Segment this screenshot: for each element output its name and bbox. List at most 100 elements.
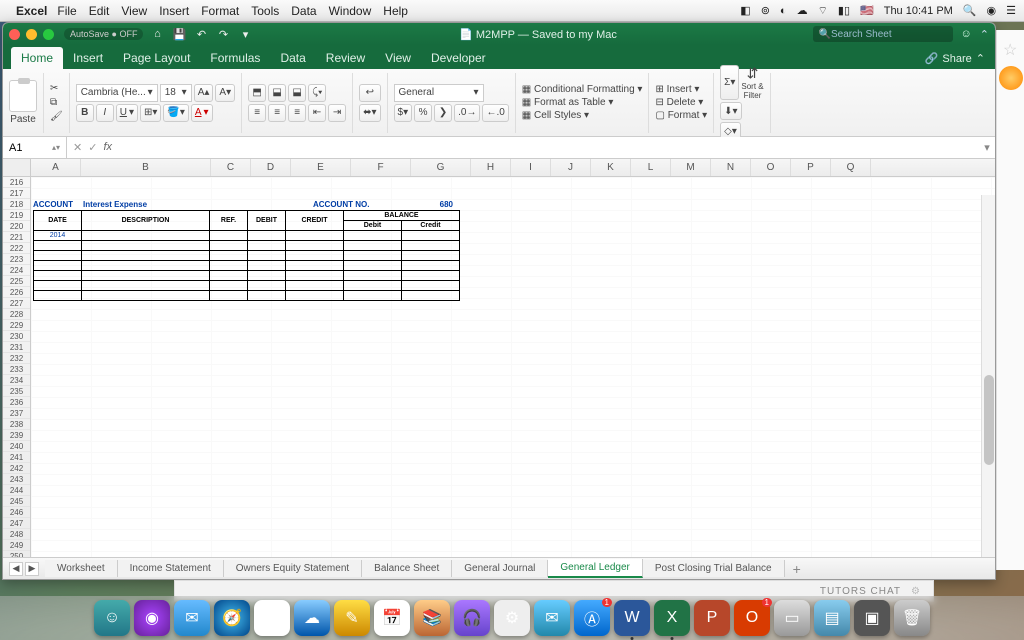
- flag-icon[interactable]: 🇺🇸: [860, 4, 874, 17]
- format-as-table-button[interactable]: ▦ Format as Table ▾: [522, 97, 643, 108]
- col-header-K[interactable]: K: [591, 159, 631, 176]
- sheet-tab-post-closing-trial-balance[interactable]: Post Closing Trial Balance: [643, 560, 785, 577]
- bold-button[interactable]: B: [76, 104, 94, 122]
- share-button[interactable]: 🔗 Share ⌃: [915, 48, 995, 69]
- app-name[interactable]: Excel: [16, 4, 47, 18]
- dock-office[interactable]: O1: [734, 600, 770, 636]
- row-header[interactable]: 231: [3, 342, 30, 353]
- dock-app3[interactable]: ▣: [854, 600, 890, 636]
- tab-nav-next[interactable]: ▶: [25, 562, 39, 576]
- sort-filter-button[interactable]: Sort & Filter: [741, 82, 763, 100]
- row-header[interactable]: 226: [3, 287, 30, 298]
- search-sheet-input[interactable]: 🔍 Search Sheet: [813, 26, 953, 42]
- comma-icon[interactable]: ❯: [434, 104, 452, 122]
- minimize-icon[interactable]: [26, 29, 37, 40]
- tab-view[interactable]: View: [375, 47, 421, 69]
- insert-cells-button[interactable]: ⊞ Insert ▾: [655, 84, 707, 95]
- menu-format[interactable]: Format: [201, 4, 239, 18]
- gear-icon[interactable]: ⚙: [911, 586, 921, 597]
- ledger-table[interactable]: DATE DESCRIPTION REF. DEBIT CREDIT BALAN…: [33, 210, 460, 301]
- sheet-tab-balance-sheet[interactable]: Balance Sheet: [362, 560, 452, 577]
- avatar[interactable]: [999, 66, 1023, 90]
- expand-formula-icon[interactable]: ▾: [979, 141, 995, 154]
- increase-decimal-icon[interactable]: .0→: [454, 104, 480, 122]
- copy-icon[interactable]: ⧉: [50, 97, 63, 108]
- row-header[interactable]: 230: [3, 331, 30, 342]
- row-header[interactable]: 233: [3, 364, 30, 375]
- row-header[interactable]: 220: [3, 221, 30, 232]
- row-header[interactable]: 228: [3, 309, 30, 320]
- feedback-icon[interactable]: ☺: [961, 28, 972, 40]
- redo-icon[interactable]: ↷: [213, 26, 233, 42]
- status-icon[interactable]: ⊚: [761, 4, 770, 17]
- dock-calendar[interactable]: 📅: [374, 600, 410, 636]
- dock-podcasts[interactable]: 🎧: [454, 600, 490, 636]
- col-header-A[interactable]: A: [31, 159, 81, 176]
- col-header-D[interactable]: D: [251, 159, 291, 176]
- tab-nav-prev[interactable]: ◀: [9, 562, 23, 576]
- undo-icon[interactable]: ↶: [191, 26, 211, 42]
- align-right-icon[interactable]: ≡: [288, 104, 306, 122]
- star-icon[interactable]: ☆: [1003, 40, 1017, 60]
- cancel-formula-icon[interactable]: ✕: [73, 141, 82, 154]
- vertical-scrollbar[interactable]: [981, 195, 995, 557]
- row-header[interactable]: 239: [3, 430, 30, 441]
- tab-review[interactable]: Review: [316, 47, 375, 69]
- wrap-text-button[interactable]: ↩: [359, 84, 380, 102]
- name-box[interactable]: A1▴▾: [3, 137, 67, 158]
- save-icon[interactable]: 💾: [169, 26, 189, 42]
- sheet-tab-worksheet[interactable]: Worksheet: [45, 560, 118, 577]
- decrease-indent-icon[interactable]: ⇤: [308, 104, 326, 122]
- row-header[interactable]: 241: [3, 452, 30, 463]
- status-icon[interactable]: ☁: [797, 4, 808, 17]
- col-header-H[interactable]: H: [471, 159, 511, 176]
- row-header[interactable]: 218: [3, 199, 30, 210]
- row-header[interactable]: 246: [3, 507, 30, 518]
- menu-view[interactable]: View: [121, 4, 147, 18]
- row-header[interactable]: 238: [3, 419, 30, 430]
- row-header[interactable]: 244: [3, 485, 30, 496]
- row-header[interactable]: 221: [3, 232, 30, 243]
- increase-font-icon[interactable]: A▴: [194, 84, 214, 102]
- row-header[interactable]: 250: [3, 551, 30, 557]
- menu-window[interactable]: Window: [329, 4, 372, 18]
- row-header[interactable]: 249: [3, 540, 30, 551]
- row-header[interactable]: 240: [3, 441, 30, 452]
- row-header[interactable]: 242: [3, 463, 30, 474]
- col-header-E[interactable]: E: [291, 159, 351, 176]
- autosave-toggle[interactable]: AutoSave ● OFF: [64, 28, 143, 40]
- orientation-icon[interactable]: ⤹▾: [308, 84, 326, 102]
- align-left-icon[interactable]: ≡: [248, 104, 266, 122]
- row-header[interactable]: 222: [3, 243, 30, 254]
- sheet-tab-general-journal[interactable]: General Journal: [452, 560, 548, 577]
- dock-blank[interactable]: ▭: [774, 600, 810, 636]
- tab-page-layout[interactable]: Page Layout: [113, 47, 200, 69]
- row-header[interactable]: 235: [3, 386, 30, 397]
- row-header[interactable]: 225: [3, 276, 30, 287]
- font-name-dropdown[interactable]: Cambria (He...▾: [76, 84, 158, 102]
- dock-books[interactable]: 📚: [414, 600, 450, 636]
- dock-ppt[interactable]: P: [694, 600, 730, 636]
- menu-tools[interactable]: Tools: [251, 4, 279, 18]
- dock-app2[interactable]: ▤: [814, 600, 850, 636]
- dock-excel[interactable]: X: [654, 600, 690, 636]
- sheet-tab-general-ledger[interactable]: General Ledger: [548, 559, 643, 578]
- menu-icon[interactable]: ☰: [1006, 4, 1016, 17]
- row-header[interactable]: 223: [3, 254, 30, 265]
- fx-icon[interactable]: fx: [103, 141, 112, 154]
- italic-button[interactable]: I: [96, 104, 114, 122]
- qat-more-icon[interactable]: ▾: [235, 26, 255, 42]
- formula-input[interactable]: [122, 137, 979, 158]
- col-header-Q[interactable]: Q: [831, 159, 871, 176]
- delete-cells-button[interactable]: ⊟ Delete ▾: [655, 97, 707, 108]
- tab-developer[interactable]: Developer: [421, 47, 496, 69]
- row-header[interactable]: 245: [3, 496, 30, 507]
- status-icon[interactable]: ◐: [780, 5, 787, 17]
- row-header[interactable]: 227: [3, 298, 30, 309]
- row-header[interactable]: 248: [3, 529, 30, 540]
- align-top-icon[interactable]: ⬒: [248, 84, 266, 102]
- align-middle-icon[interactable]: ⬓: [268, 84, 286, 102]
- cell-styles-button[interactable]: ▦ Cell Styles ▾: [522, 110, 643, 121]
- paste-button[interactable]: Paste: [10, 114, 36, 125]
- col-header-G[interactable]: G: [411, 159, 471, 176]
